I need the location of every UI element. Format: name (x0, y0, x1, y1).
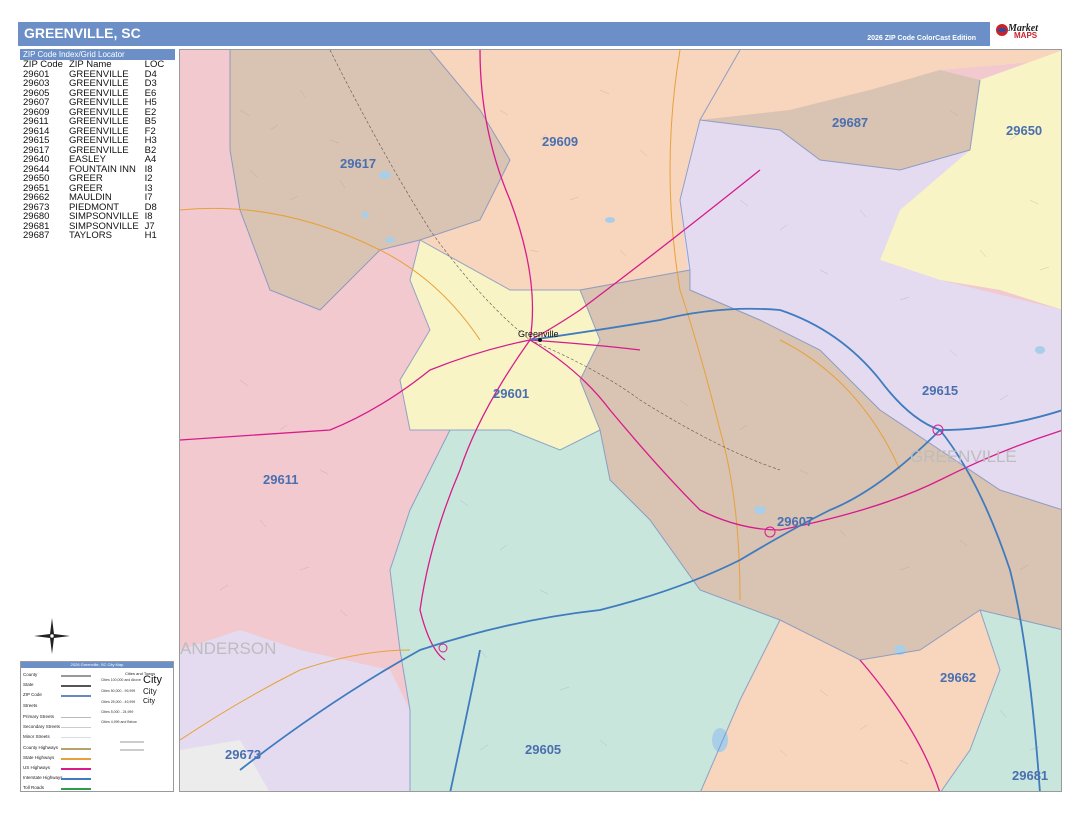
legend-toll-swatch (61, 788, 91, 790)
legend-zip-label: ZIP Code (23, 692, 42, 697)
map-canvas[interactable]: GREENVILLE ANDERSON Greenville 29609 296… (180, 50, 1062, 792)
zip-name-cell: TAYLORS (68, 230, 112, 241)
zip-index-rows: 29601 GREENVILLE D4 29603 GREENVILLE D3 29605 G… (20, 69, 167, 241)
legend-city-sample-1: City (143, 674, 162, 686)
legend-city-sample-3: City (143, 698, 156, 705)
legend-title: 2026 Greenville, SC City Map (21, 662, 173, 668)
zip-code-index: ZIP Code Index/Grid Locator ZIP Code ZIP… (20, 49, 175, 241)
zip-label-29650: 29650 (1006, 123, 1042, 138)
zip-label-29615: 29615 (922, 383, 958, 398)
legend-state-label: State (23, 682, 34, 687)
logo-brand-bottom: MAPS (1014, 31, 1038, 40)
city-label-anderson-big: ANDERSON (180, 639, 276, 658)
legend-city-row-2: Cities 50,000 - 99,999 (101, 689, 136, 693)
zip-index-row: 29687 TAYLORS H1 (20, 231, 167, 241)
legend-primary-swatch (61, 717, 91, 718)
legend-interstate-label: Interstate Highways (23, 775, 63, 780)
city-label-greenville: Greenville (518, 329, 559, 339)
market-maps-logo: Market MAPS (992, 22, 1062, 46)
legend-streets-label: Streets (23, 703, 38, 708)
legend-state-hwy-swatch (61, 758, 91, 760)
compass-rose-icon (34, 618, 70, 654)
legend-county-label: County (23, 672, 38, 677)
legend-primary-label: Primary Streets (23, 714, 55, 719)
zip-label-29673: 29673 (225, 747, 261, 762)
legend-city-row-3: Cities 25,000 - 49,999 (101, 700, 136, 704)
zip-label-29611: 29611 (263, 472, 298, 487)
zip-label-29681: 29681 (1012, 768, 1048, 783)
legend-city-sample-2: City (143, 687, 157, 696)
zip-label-29605: 29605 (525, 742, 561, 757)
legend-interstate-swatch (61, 778, 91, 780)
map-area[interactable]: GREENVILLE ANDERSON Greenville 29609 296… (179, 49, 1062, 792)
edition-label: 2026 ZIP Code ColorCast Edition (867, 35, 976, 42)
zip-index-table: ZIP Code ZIP Name LOC 29601 GREENVILLE D4 2… (20, 60, 167, 241)
zip-code-cell: 29687 (23, 230, 50, 241)
legend-minor-swatch (61, 737, 91, 738)
legend-us-hwy-label: US Highways (23, 765, 51, 770)
legend-state-swatch (61, 685, 91, 687)
legend-county-hwy-label: County Highways (23, 745, 59, 750)
legend-state-hwy-label: State Highways (23, 755, 55, 760)
legend-secondary-swatch (61, 727, 91, 728)
map-legend: 2026 Greenville, SC City Map County Stat… (20, 661, 174, 792)
zip-label-29687: 29687 (832, 115, 868, 130)
legend-county-swatch (61, 675, 91, 677)
legend-city-row-5: Cities 4,999 and Below (101, 720, 137, 724)
legend-zip-swatch (61, 695, 91, 697)
city-label-greenville-big: GREENVILLE (910, 447, 1017, 466)
map-title: GREENVILLE, SC (24, 25, 141, 41)
title-bar: GREENVILLE, SC 2026 ZIP Code ColorCast E… (18, 22, 990, 46)
zip-label-29609: 29609 (542, 134, 578, 149)
legend-city-row-4: Cities 5,000 - 24,999 (101, 710, 134, 714)
legend-secondary-label: Secondary Streets (23, 724, 61, 729)
legend-city-row-1: Cities 100,000 and Above (101, 678, 141, 682)
legend-toll-label: Toll Roads (23, 785, 45, 790)
zip-label-29617: 29617 (340, 156, 376, 171)
legend-minor-label: Minor Streets (23, 734, 50, 739)
logo-globe-icon (996, 24, 1008, 36)
scale-bar-icon (120, 741, 144, 751)
zip-loc-cell: H1 (144, 230, 157, 241)
zip-label-29607: 29607 (777, 514, 813, 529)
legend-us-hwy-swatch (61, 768, 91, 770)
legend-county-hwy-swatch (61, 748, 91, 750)
zip-label-29662: 29662 (940, 670, 976, 685)
zip-label-29601: 29601 (493, 386, 529, 401)
